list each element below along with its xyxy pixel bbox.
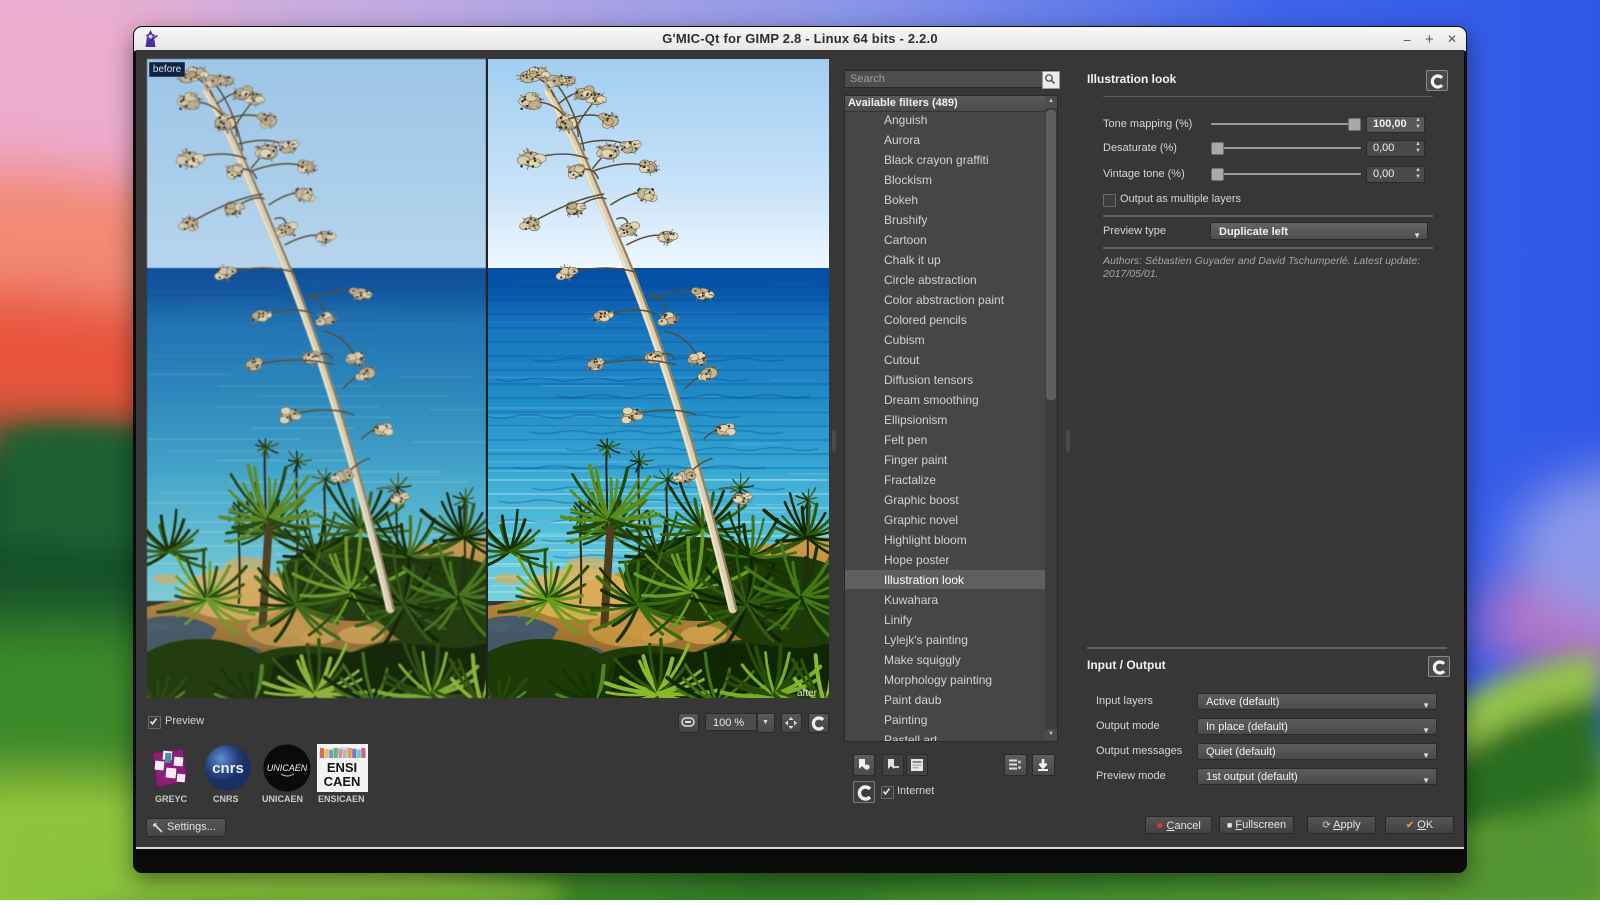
svg-text:cnrs: cnrs <box>212 760 244 777</box>
svg-text:CAEN: CAEN <box>324 774 361 789</box>
svg-text:UNICAEN: UNICAEN <box>267 763 308 773</box>
svg-text:ENSI: ENSI <box>327 760 357 775</box>
